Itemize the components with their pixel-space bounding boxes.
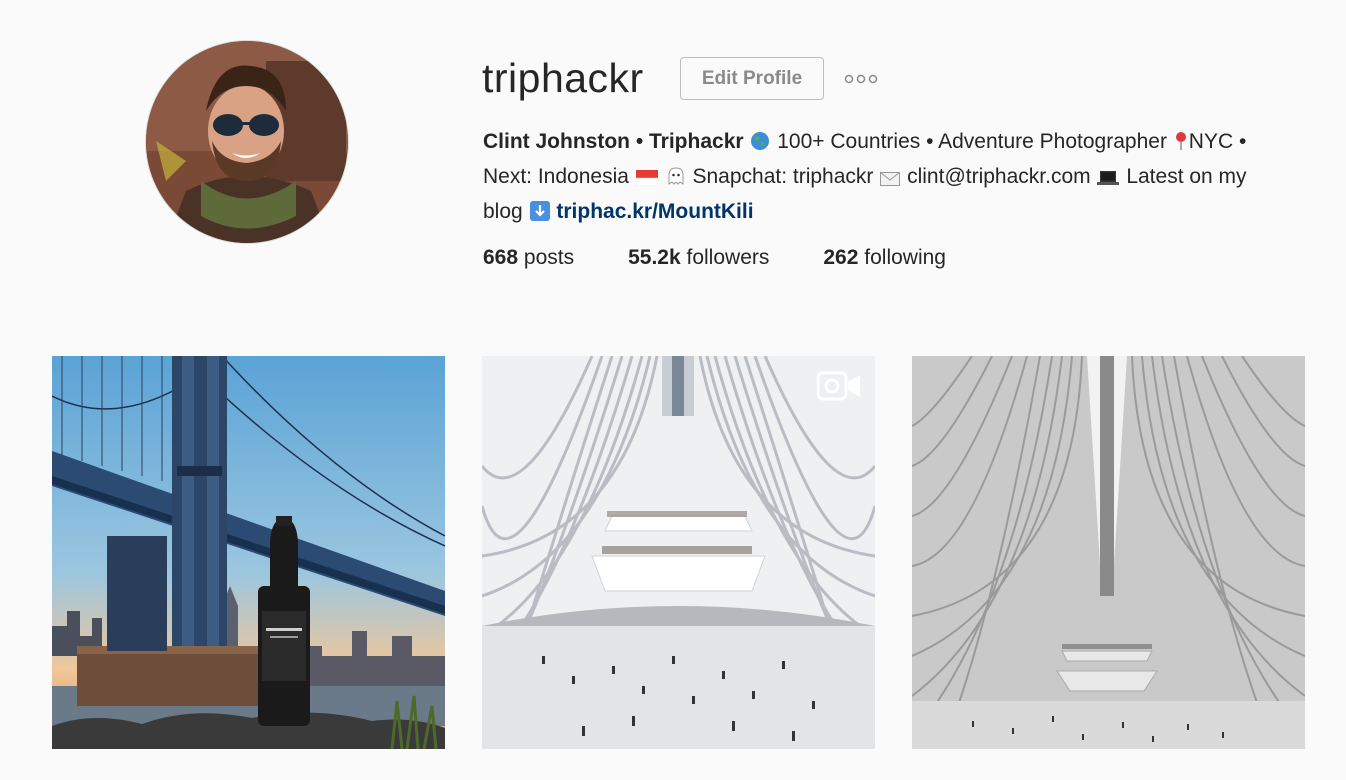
photo-manhattan-bridge-wine xyxy=(52,356,445,749)
avatar-photo xyxy=(146,41,348,243)
following-label: following xyxy=(864,246,946,269)
followers-label: followers xyxy=(686,246,770,269)
bio-latest: Latest on my xyxy=(1126,165,1247,188)
profile-bio: Clint Johnston • Triphackr 100+ Countrie… xyxy=(483,126,1303,231)
posts-count-stat: 668 posts xyxy=(483,243,574,273)
bio-link[interactable]: triphac.kr/MountKili xyxy=(556,200,753,223)
posts-count: 668 xyxy=(483,246,519,269)
bio-snapchat: Snapchat: triphackr xyxy=(692,165,874,188)
laptop-icon xyxy=(1097,164,1120,196)
photo-oculus-interior xyxy=(482,356,875,749)
bio-location: NYC • xyxy=(1188,130,1247,153)
bio-next: Next: Indonesia xyxy=(483,165,629,188)
profile-avatar[interactable] xyxy=(146,41,348,243)
bio-full-name: Clint Johnston • Triphackr xyxy=(483,130,744,153)
pin-icon xyxy=(1174,129,1188,161)
profile-stats: 668 posts 55.2k followers 262 following xyxy=(483,243,1000,273)
video-camera-icon xyxy=(817,370,861,402)
following-count: 262 xyxy=(823,246,859,269)
indonesia-flag-icon xyxy=(635,164,659,196)
followers-count: 55.2k xyxy=(628,246,681,269)
envelope-icon xyxy=(880,164,901,196)
followers-stat[interactable]: 55.2k followers xyxy=(628,243,769,273)
post-tile-1[interactable] xyxy=(52,356,445,749)
bio-countries: 100+ Countries • Adventure Photographer xyxy=(777,130,1167,153)
edit-profile-button[interactable]: Edit Profile xyxy=(680,57,824,100)
following-stat[interactable]: 262 following xyxy=(823,243,946,273)
down-arrow-icon xyxy=(529,199,550,231)
posts-label: posts xyxy=(523,246,575,269)
globe-icon xyxy=(750,129,770,161)
bio-blog: blog xyxy=(483,200,523,223)
ghost-icon xyxy=(666,164,686,196)
more-options-icon[interactable] xyxy=(842,70,880,88)
post-tile-2[interactable] xyxy=(482,356,875,749)
post-tile-3[interactable] xyxy=(912,356,1305,749)
photo-oculus-ceiling xyxy=(912,356,1305,749)
profile-username: triphackr xyxy=(482,55,644,101)
bio-email: clint@triphackr.com xyxy=(907,165,1091,188)
